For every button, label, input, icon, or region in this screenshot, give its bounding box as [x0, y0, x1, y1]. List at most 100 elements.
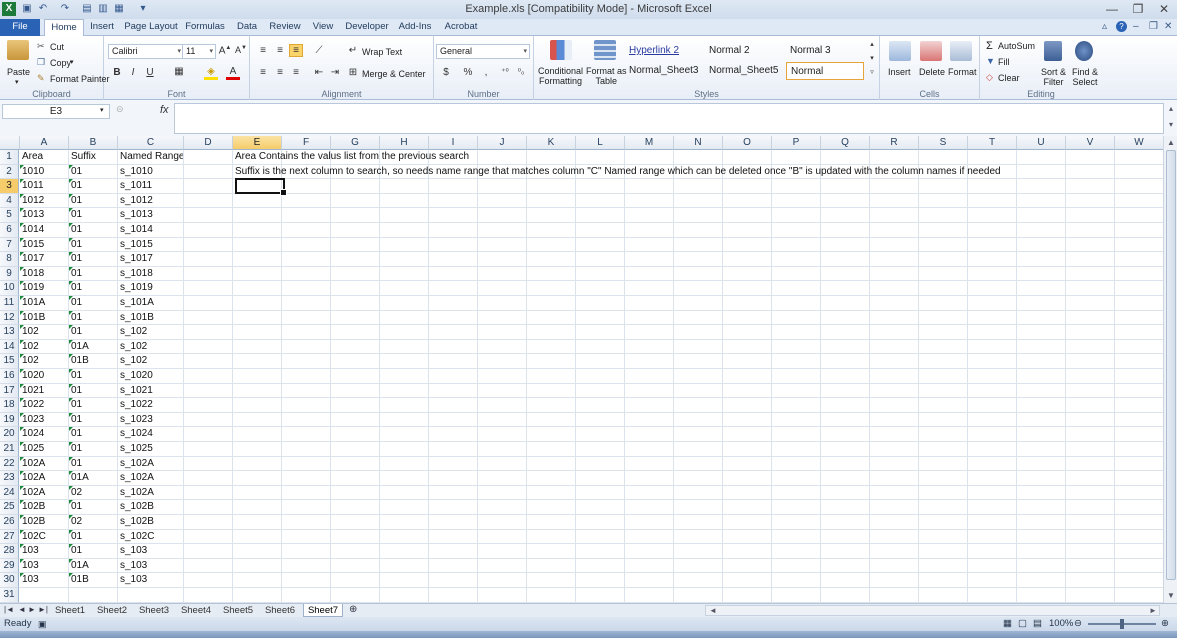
cell-e2[interactable]: Suffix is the next column to search, so … [233, 165, 1001, 179]
cell-b15[interactable]: 01B [69, 354, 118, 368]
cell-b2[interactable]: 01 [69, 165, 118, 179]
expand-formula-bar-icon[interactable]: ▴ [1164, 104, 1177, 113]
column-header-d[interactable]: D [184, 136, 233, 150]
row-header-29[interactable]: 29 [0, 558, 19, 574]
style-normal[interactable]: Normal [786, 62, 864, 80]
row-header-3[interactable]: 3 [0, 179, 19, 194]
cell-a22[interactable]: 102A [20, 457, 69, 471]
cell-a17[interactable]: 1021 [20, 384, 69, 398]
cell-a28[interactable]: 103 [20, 544, 69, 558]
next-sheet-icon[interactable]: ► [28, 605, 36, 614]
wrap-text-icon[interactable]: ↵ [346, 45, 360, 56]
row-header-15[interactable]: 15 [0, 354, 19, 369]
tab-insert[interactable]: Insert [86, 19, 118, 36]
column-header-w[interactable]: W [1115, 136, 1163, 150]
align-right-icon[interactable]: ≡ [289, 67, 303, 78]
sort-filter-button[interactable]: Sort & Filter [1041, 67, 1066, 87]
style-hyperlink-2[interactable]: Hyperlink 2 [625, 42, 705, 60]
row-header-19[interactable]: 19 [0, 412, 19, 428]
autosum-button[interactable]: AutoSum [998, 41, 1035, 51]
sheet-tab-sheet2[interactable]: Sheet2 [94, 604, 130, 617]
column-header-j[interactable]: J [478, 136, 527, 150]
name-box-dropdown-icon[interactable]: ▾ [100, 106, 104, 114]
help-icon[interactable]: ? [1116, 21, 1127, 32]
fill-color-icon[interactable]: ◈ [204, 66, 218, 80]
cell-e1[interactable]: Area Contains the valus list from the pr… [233, 150, 469, 164]
cell-b12[interactable]: 01 [69, 311, 118, 325]
prev-sheet-icon[interactable]: ◄ [18, 605, 26, 614]
percent-button[interactable]: % [461, 67, 475, 78]
formula-input[interactable] [174, 103, 1164, 134]
tab-add-ins[interactable]: Add-Ins [397, 19, 433, 36]
column-header-c[interactable]: C [118, 136, 184, 150]
page-break-view-icon[interactable]: ▤ [1033, 617, 1042, 631]
row-header-5[interactable]: 5 [0, 208, 19, 223]
bold-button[interactable]: B [110, 67, 124, 78]
font-color-icon[interactable]: A [226, 66, 240, 80]
cell-c19[interactable]: s_1023 [118, 413, 184, 427]
row-header-31[interactable]: 31 [0, 588, 19, 603]
scroll-right-icon[interactable]: ► [1146, 606, 1160, 615]
column-header-e[interactable]: E [233, 136, 282, 150]
number-format-select[interactable]: General ▾ [436, 44, 530, 59]
zoom-slider-thumb[interactable] [1120, 619, 1124, 629]
row-header-9[interactable]: 9 [0, 266, 19, 282]
row-header-28[interactable]: 28 [0, 544, 19, 559]
cell-b31[interactable] [69, 588, 118, 602]
align-center-icon[interactable]: ≡ [273, 67, 287, 78]
cell-a10[interactable]: 1019 [20, 281, 69, 295]
row-header-25[interactable]: 25 [0, 500, 19, 515]
column-header-f[interactable]: F [282, 136, 331, 150]
cell-b1[interactable]: Suffix [69, 150, 118, 164]
cell-a21[interactable]: 1025 [20, 442, 69, 456]
cell-a13[interactable]: 102 [20, 325, 69, 339]
cell-a6[interactable]: 1014 [20, 223, 69, 237]
cell-c3[interactable]: s_1011 [118, 179, 184, 193]
format-painter-icon[interactable]: ✎ [37, 73, 45, 84]
cell-b16[interactable]: 01 [69, 369, 118, 383]
currency-button[interactable]: $ [439, 67, 453, 78]
select-all-corner[interactable] [0, 136, 20, 150]
cell-b11[interactable]: 01 [69, 296, 118, 310]
insert-function-button[interactable]: fx [160, 104, 169, 116]
font-name-select[interactable]: Calibri ▾ [108, 44, 184, 59]
cell-c15[interactable]: s_102 [118, 354, 184, 368]
column-header-l[interactable]: L [576, 136, 625, 150]
column-header-g[interactable]: G [331, 136, 380, 150]
scroll-up-icon[interactable]: ▲ [1164, 138, 1177, 147]
cell-a5[interactable]: 1013 [20, 208, 69, 222]
cell-b4[interactable]: 01 [69, 194, 118, 208]
tab-view[interactable]: View [309, 19, 337, 36]
cell-c1[interactable]: Named Range [118, 150, 184, 164]
styles-more-icon[interactable]: ▿ [865, 68, 879, 76]
cell-b6[interactable]: 01 [69, 223, 118, 237]
cell-b25[interactable]: 01 [69, 500, 118, 514]
row-header-16[interactable]: 16 [0, 369, 19, 384]
tab-home[interactable]: Home [44, 19, 84, 37]
cell-c27[interactable]: s_102C [118, 530, 184, 544]
row-header-21[interactable]: 21 [0, 442, 19, 457]
row-header-6[interactable]: 6 [0, 223, 19, 238]
copy-dropdown-icon[interactable]: ▾ [70, 58, 74, 66]
cell-b9[interactable]: 01 [69, 267, 118, 281]
cell-c14[interactable]: s_102 [118, 340, 184, 354]
doc-minimize-icon[interactable]: – [1133, 21, 1139, 32]
sort-filter-icon[interactable] [1044, 41, 1062, 61]
cell-c18[interactable]: s_1022 [118, 398, 184, 412]
increase-indent-icon[interactable]: ⇥ [328, 67, 342, 78]
styles-scroll-up-icon[interactable]: ▴ [865, 40, 879, 48]
delete-cells-icon[interactable] [920, 41, 942, 61]
cell-a3[interactable]: 1011 [20, 179, 69, 193]
delete-button[interactable]: Delete [919, 67, 945, 77]
cell-a31[interactable] [20, 588, 69, 602]
insert-button[interactable]: Insert [888, 67, 911, 77]
orientation-icon[interactable]: ⟋ [312, 45, 326, 56]
paste-button[interactable]: Paste [7, 67, 30, 77]
column-header-r[interactable]: R [870, 136, 919, 150]
row-header-14[interactable]: 14 [0, 339, 19, 355]
vertical-scrollbar[interactable]: ▲ ▼ [1163, 136, 1177, 603]
cell-a19[interactable]: 1023 [20, 413, 69, 427]
cell-c24[interactable]: s_102A [118, 486, 184, 500]
format-as-table-icon[interactable] [594, 40, 616, 60]
cell-c7[interactable]: s_1015 [118, 238, 184, 252]
